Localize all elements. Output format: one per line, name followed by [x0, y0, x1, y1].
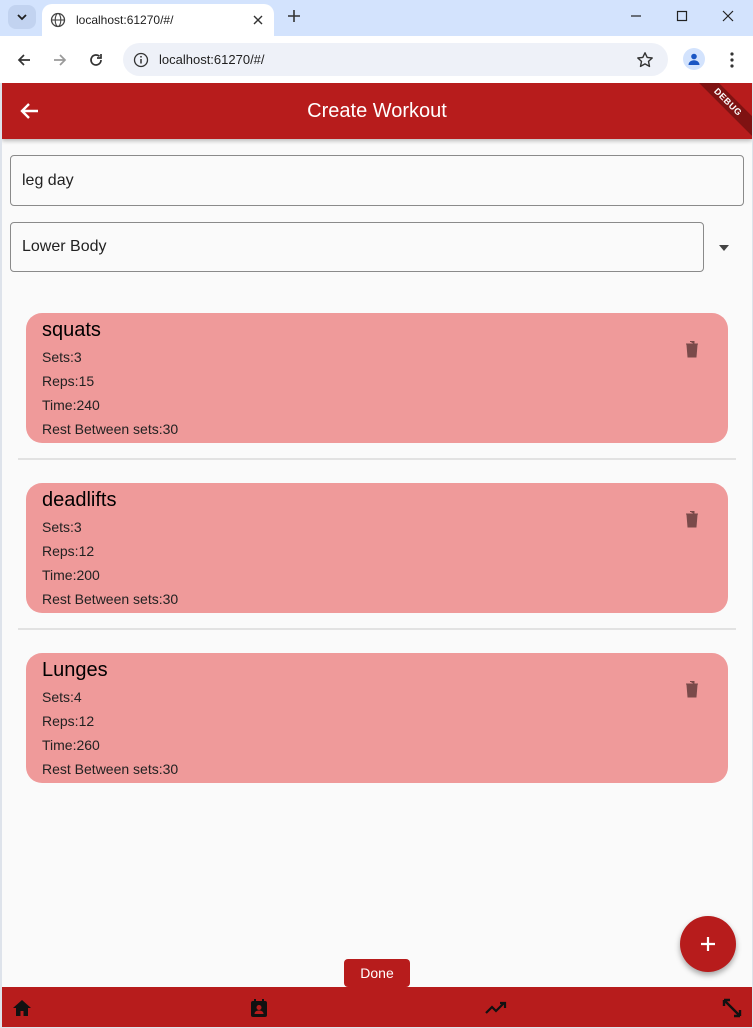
exercise-rest: Rest Between sets:30 — [42, 591, 179, 607]
exercise-name: deadlifts — [42, 489, 117, 511]
exercise-name: Lunges — [42, 659, 108, 681]
reload-icon — [90, 54, 102, 66]
delete-button[interactable] — [680, 337, 704, 361]
exercise-sets: Sets:3 — [42, 349, 82, 365]
browser-tab[interactable]: localhost:61270/#/ — [42, 4, 274, 36]
trash-icon — [686, 341, 698, 358]
delete-button[interactable] — [680, 507, 704, 531]
arrow-right-icon — [54, 54, 67, 66]
exercise-reps: Reps:12 — [42, 713, 95, 729]
trash-icon — [686, 681, 698, 698]
divider — [18, 458, 736, 460]
exercise-rest: Rest Between sets:30 — [42, 421, 179, 437]
done-button[interactable]: Done — [344, 959, 410, 987]
delete-button[interactable] — [680, 677, 704, 701]
chevron-down-icon — [17, 14, 27, 21]
browser-toolbar: localhost:61270/#/ — [0, 36, 753, 83]
browser-menu-button[interactable] — [724, 48, 740, 72]
tab-title: localhost:61270/#/ — [76, 13, 174, 27]
forward-nav-button[interactable] — [48, 48, 72, 72]
app-viewport: Create Workout DEBUG leg day Lower Body … — [2, 83, 752, 1027]
reload-button[interactable] — [84, 48, 108, 72]
category-dropdown[interactable]: Lower Body — [10, 222, 704, 272]
exercise-card[interactable]: squats Sets:3 Reps:15 Time:240 Rest Betw… — [26, 313, 728, 443]
minimize-button[interactable] — [622, 4, 650, 28]
bottom-navigation — [2, 987, 752, 1027]
maximize-icon — [676, 10, 688, 22]
maximize-button[interactable] — [668, 4, 696, 28]
exercise-card[interactable]: deadlifts Sets:3 Reps:12 Time:200 Rest B… — [26, 483, 728, 613]
exercise-rest: Rest Between sets:30 — [42, 761, 179, 777]
new-tab-button[interactable] — [284, 6, 304, 26]
browser-tab-strip: localhost:61270/#/ — [0, 0, 753, 36]
divider — [18, 628, 736, 630]
arrow-left-icon — [17, 54, 30, 66]
url-text: localhost:61270/#/ — [159, 52, 265, 67]
trash-icon — [686, 511, 698, 528]
page-title: Create Workout — [307, 100, 447, 122]
profile-avatar[interactable] — [683, 48, 705, 70]
tab-close-icon[interactable] — [250, 12, 266, 28]
exercise-time: Time:240 — [42, 397, 100, 413]
exercise-reps: Reps:12 — [42, 543, 95, 559]
address-bar[interactable]: localhost:61270/#/ — [123, 43, 668, 76]
exercise-reps: Reps:15 — [42, 373, 95, 389]
trending-up-icon[interactable] — [484, 996, 508, 1020]
tab-search-button[interactable] — [8, 5, 36, 29]
more-vert-icon — [730, 52, 734, 68]
back-nav-button[interactable] — [12, 48, 36, 72]
exercise-sets: Sets:3 — [42, 519, 82, 535]
workout-name-input[interactable]: leg day — [10, 155, 744, 206]
minimize-icon — [631, 15, 641, 17]
exercise-time: Time:200 — [42, 567, 100, 583]
close-window-button[interactable] — [714, 4, 742, 28]
fullscreen-icon[interactable] — [720, 996, 744, 1020]
info-icon[interactable] — [133, 52, 149, 68]
bookmark-star-icon[interactable] — [636, 51, 654, 69]
app-bar: Create Workout DEBUG — [2, 83, 752, 143]
person-icon — [688, 53, 700, 65]
plus-icon — [288, 10, 300, 22]
close-icon — [722, 10, 734, 22]
exercise-card[interactable]: Lunges Sets:4 Reps:12 Time:260 Rest Betw… — [26, 653, 728, 783]
exercise-sets: Sets:4 — [42, 689, 82, 705]
exercise-time: Time:260 — [42, 737, 100, 753]
exercise-name: squats — [42, 319, 101, 341]
add-exercise-button[interactable] — [680, 916, 736, 972]
plus-icon — [701, 937, 715, 951]
caret-down-icon — [719, 245, 729, 251]
contact-card-icon[interactable] — [247, 996, 271, 1020]
home-icon[interactable] — [10, 996, 34, 1020]
dropdown-arrow[interactable] — [712, 236, 736, 260]
globe-icon — [50, 12, 66, 28]
